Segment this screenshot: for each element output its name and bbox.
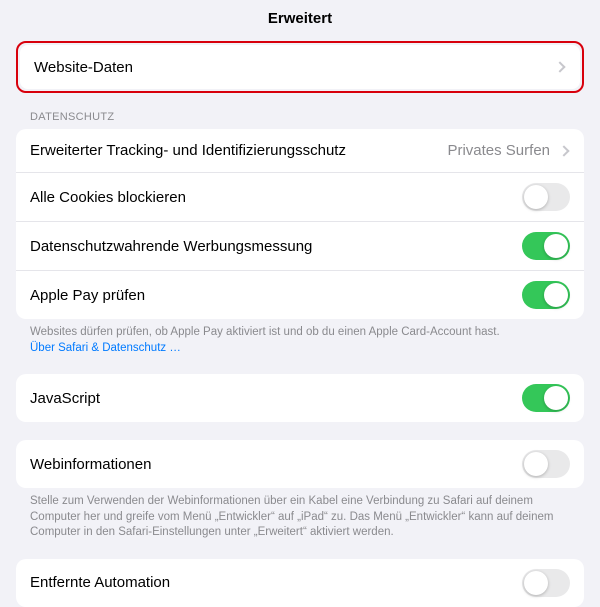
block-cookies-label: Alle Cookies blockieren: [30, 189, 522, 206]
privacy-list: Erweiterter Tracking- und Identifizierun…: [16, 129, 584, 319]
apple-pay-row[interactable]: Apple Pay prüfen: [16, 271, 584, 319]
highlight-frame: Website-Daten: [16, 41, 584, 93]
remote-automation-label: Entfernte Automation: [30, 574, 522, 591]
tracking-protection-label: Erweiterter Tracking- und Identifizierun…: [30, 142, 447, 159]
apple-pay-label: Apple Pay prüfen: [30, 287, 522, 304]
privacy-footer: Websites dürfen prüfen, ob Apple Pay akt…: [16, 319, 584, 356]
web-inspector-label: Webinformationen: [30, 456, 522, 473]
javascript-row[interactable]: JavaScript: [16, 374, 584, 422]
javascript-toggle[interactable]: [522, 384, 570, 412]
block-cookies-row[interactable]: Alle Cookies blockieren: [16, 173, 584, 222]
privacy-section-header: DATENSCHUTZ: [16, 111, 584, 129]
ad-measurement-toggle[interactable]: [522, 232, 570, 260]
chevron-right-icon: [554, 61, 565, 72]
javascript-label: JavaScript: [30, 390, 522, 407]
ad-measurement-row[interactable]: Datenschutzwahrende Werbungsmessung: [16, 222, 584, 271]
remote-automation-row[interactable]: Entfernte Automation: [16, 559, 584, 607]
privacy-footer-text: Websites dürfen prüfen, ob Apple Pay akt…: [30, 326, 500, 338]
apple-pay-toggle[interactable]: [522, 281, 570, 309]
ad-measurement-label: Datenschutzwahrende Werbungsmessung: [30, 238, 522, 255]
website-data-list: Website-Daten: [20, 45, 580, 89]
remote-automation-toggle[interactable]: [522, 569, 570, 597]
page-title: Erweitert: [0, 0, 600, 41]
tracking-protection-row[interactable]: Erweiterter Tracking- und Identifizierun…: [16, 129, 584, 173]
web-inspector-toggle[interactable]: [522, 450, 570, 478]
web-inspector-footer: Stelle zum Verwenden der Webinformatione…: [16, 488, 584, 541]
about-privacy-link[interactable]: Über Safari & Datenschutz …: [30, 342, 181, 354]
chevron-right-icon: [558, 145, 569, 156]
web-inspector-list: Webinformationen: [16, 440, 584, 488]
website-data-label: Website-Daten: [34, 59, 552, 76]
tracking-protection-detail: Privates Surfen: [447, 142, 550, 159]
remote-automation-list: Entfernte Automation: [16, 559, 584, 607]
block-cookies-toggle[interactable]: [522, 183, 570, 211]
website-data-row[interactable]: Website-Daten: [20, 45, 580, 89]
web-inspector-row[interactable]: Webinformationen: [16, 440, 584, 488]
javascript-list: JavaScript: [16, 374, 584, 422]
